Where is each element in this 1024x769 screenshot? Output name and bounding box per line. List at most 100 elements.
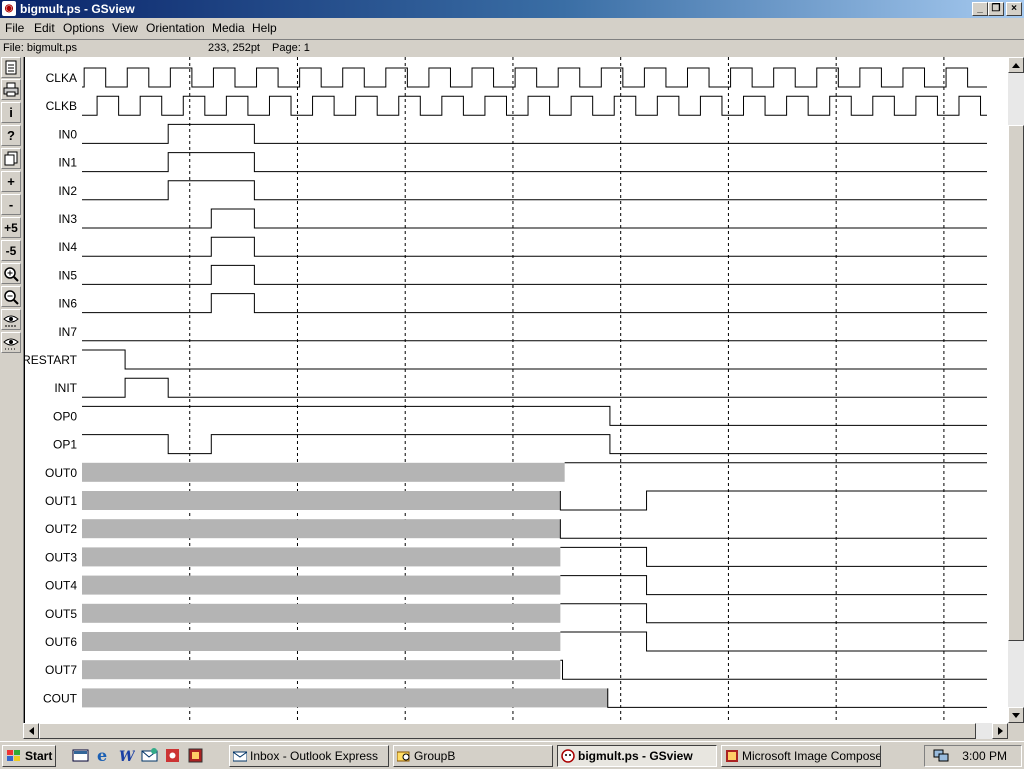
previous-page-button[interactable]: - <box>1 194 21 215</box>
close-button[interactable]: × <box>1006 2 1022 16</box>
undefined-region <box>82 462 565 482</box>
menu-file[interactable]: File <box>5 21 24 35</box>
signal-trace <box>82 123 987 144</box>
outlook-express-icon <box>233 751 247 762</box>
signal-trace <box>560 603 987 624</box>
scroll-down-button[interactable] <box>1008 707 1024 723</box>
signal-label: IN5 <box>58 268 77 282</box>
signal-trace <box>82 349 987 370</box>
status-bar: File: bigmult.ps 233, 252pt Page: 1 <box>0 39 1024 57</box>
image-composer-icon <box>726 750 738 762</box>
svg-text:W: W <box>119 749 135 764</box>
vertical-scrollbar[interactable] <box>1008 57 1024 723</box>
signal-label: IN2 <box>58 184 77 198</box>
status-page: Page: 1 <box>272 42 310 54</box>
windows-logo-icon <box>7 750 20 761</box>
menu-options[interactable]: Options <box>63 21 104 35</box>
title-bar[interactable]: ◉ bigmult.ps - GSview _ ❐ × <box>0 0 1024 18</box>
show-desktop-icon[interactable] <box>72 747 89 764</box>
minimize-button[interactable]: _ <box>972 2 988 16</box>
signal-trace <box>82 208 987 229</box>
signal-trace <box>82 95 987 116</box>
menu-media[interactable]: Media <box>212 21 245 35</box>
signal-label: OUT7 <box>45 663 77 677</box>
zoom-out-button[interactable] <box>1 286 21 307</box>
magnify-abc-button[interactable] <box>1 309 21 330</box>
taskbar-label: Microsoft Image Composer <box>742 749 881 763</box>
scroll-up-button[interactable] <box>1008 57 1024 73</box>
vertical-scroll-thumb[interactable] <box>1008 125 1024 641</box>
magnify-dots-button[interactable] <box>1 332 21 353</box>
signal-trace <box>82 293 987 314</box>
signal-label: OUT5 <box>45 607 77 621</box>
menu-view[interactable]: View <box>112 21 138 35</box>
network-icon[interactable] <box>933 749 949 763</box>
signal-label: INIT <box>54 381 77 395</box>
signal-label: IN7 <box>58 325 77 339</box>
menu-bar: File Edit Options View Orientation Media… <box>0 18 1024 38</box>
signal-trace <box>82 434 987 455</box>
system-tray: 3:00 PM <box>924 745 1022 767</box>
signal-label: OUT4 <box>45 579 77 593</box>
scroll-right-button[interactable] <box>992 723 1008 739</box>
internet-explorer-icon[interactable]: e <box>95 746 112 765</box>
goto-page-button[interactable] <box>1 148 21 169</box>
word-icon[interactable]: W <box>118 747 136 765</box>
open-file-icon <box>5 60 17 75</box>
signal-label: COUT <box>43 691 78 705</box>
outlook-express-icon[interactable] <box>141 747 158 764</box>
document-view[interactable]: CLKA CLKB IN0 IN1 IN2 IN3 IN4 IN5 IN6 IN7 RESTART I… <box>23 57 1009 723</box>
signal-trace <box>560 631 987 652</box>
menu-help[interactable]: Help <box>252 21 277 35</box>
signal-trace <box>559 519 987 539</box>
back-5-button[interactable]: -5 <box>1 240 21 261</box>
app-icon[interactable] <box>164 747 181 764</box>
zoom-out-icon <box>4 289 19 305</box>
taskbar-button-image-composer[interactable]: Microsoft Image Composer <box>721 745 881 767</box>
taskbar-button-outlook[interactable]: Inbox - Outlook Express <box>229 745 389 767</box>
open-file-button[interactable] <box>1 57 21 78</box>
signal-trace <box>82 405 987 426</box>
signal-label: OUT6 <box>45 635 77 649</box>
clock: 3:00 PM <box>962 749 1007 763</box>
undefined-region <box>82 688 608 708</box>
info-button[interactable]: i <box>1 102 21 123</box>
horizontal-scrollbar[interactable] <box>23 723 1008 739</box>
signal-trace <box>607 688 987 708</box>
help-button[interactable]: ? <box>1 125 21 146</box>
signal-label: OUT2 <box>45 522 77 536</box>
signal-trace <box>82 67 987 88</box>
signal-label: RESTART <box>24 353 78 367</box>
maximize-button[interactable]: ❐ <box>988 2 1004 16</box>
scroll-left-button[interactable] <box>23 723 39 739</box>
next-page-button[interactable]: + <box>1 171 21 192</box>
undefined-region <box>82 547 561 567</box>
zoom-in-icon <box>4 266 19 282</box>
signal-label: OUT3 <box>45 550 77 564</box>
signal-label: CLKA <box>46 71 77 85</box>
app-icon-2[interactable] <box>187 747 204 764</box>
signal-label: IN3 <box>58 212 77 226</box>
undefined-region <box>82 491 561 510</box>
signal-label: OUT0 <box>45 466 77 480</box>
horizontal-scroll-thumb[interactable] <box>39 723 976 739</box>
signal-label: OP1 <box>53 438 77 452</box>
signal-label: IN6 <box>58 297 77 311</box>
signal-label: IN0 <box>58 127 77 141</box>
forward-5-button[interactable]: +5 <box>1 217 21 238</box>
triangle-down-icon <box>1012 712 1020 718</box>
taskbar-button-gsview[interactable]: bigmult.ps - GSview <box>557 745 717 767</box>
start-button[interactable]: Start <box>2 745 56 767</box>
waveform-diagram: CLKA CLKB IN0 IN1 IN2 IN3 IN4 IN5 IN6 IN7 RESTART I… <box>24 57 987 723</box>
menu-orientation[interactable]: Orientation <box>146 21 205 35</box>
menu-edit[interactable]: Edit <box>34 21 55 35</box>
taskbar-button-groupb[interactable]: GroupB <box>393 745 553 767</box>
zoom-in-button[interactable] <box>1 263 21 284</box>
goto-page-icon <box>4 151 18 166</box>
undefined-region <box>82 519 561 539</box>
window-title: bigmult.ps - GSview <box>20 2 135 16</box>
gsview-icon <box>561 749 575 763</box>
gsview-icon[interactable]: ◉ <box>2 1 16 16</box>
signal-label: IN1 <box>58 156 77 170</box>
print-button[interactable] <box>1 79 21 100</box>
